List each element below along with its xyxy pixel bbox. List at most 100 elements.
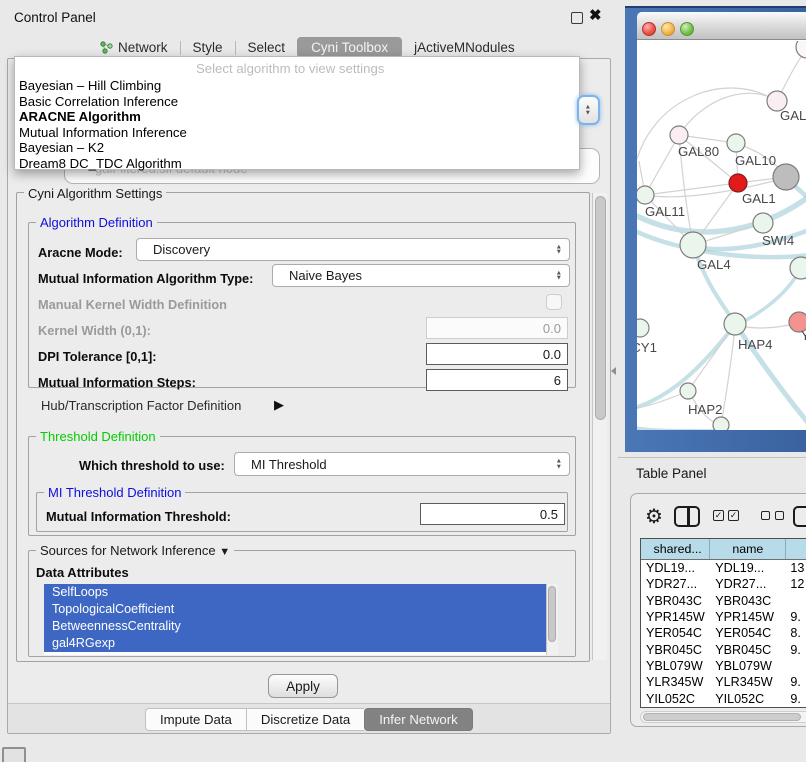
algorithm-definition-title: Algorithm Definition xyxy=(36,215,157,230)
settings-scrollbar-thumb[interactable] xyxy=(595,196,606,420)
hub-definition-label[interactable]: Hub/Transcription Factor Definition xyxy=(41,398,241,413)
network-node[interactable] xyxy=(790,257,806,279)
table-row[interactable]: YER054CYER054C8. xyxy=(641,625,806,641)
network-node[interactable] xyxy=(637,186,654,204)
aracne-mode-combobox[interactable]: Discovery ▲▼ xyxy=(136,238,570,261)
zoom-window-icon[interactable] xyxy=(680,22,694,36)
table-cell: 12 xyxy=(786,577,806,591)
table-cell: YBR043C xyxy=(710,594,786,608)
tab-style[interactable]: Style xyxy=(181,38,235,57)
tab-infer-network[interactable]: Infer Network xyxy=(364,708,472,731)
network-node[interactable] xyxy=(729,174,747,192)
dpi-tolerance-field[interactable]: 0.0 xyxy=(426,343,568,365)
splitter-collapse-icon[interactable] xyxy=(611,367,616,375)
algorithm-option[interactable]: Dream8 DC_TDC Algorithm xyxy=(15,156,579,172)
tab-network[interactable]: Network xyxy=(88,38,180,57)
network-node[interactable] xyxy=(727,134,745,152)
table-row[interactable]: YBR043CYBR043C xyxy=(641,593,806,609)
mi-threshold-field[interactable]: 0.5 xyxy=(420,503,565,525)
which-threshold-value: MI Threshold xyxy=(251,457,327,472)
network-node[interactable] xyxy=(680,232,706,258)
network-node[interactable] xyxy=(713,417,729,430)
dpi-tolerance-value: 0.0 xyxy=(543,347,561,362)
settings-scrollbar[interactable] xyxy=(592,193,607,660)
table-row[interactable]: YBL079WYBL079W xyxy=(641,658,806,674)
algorithm-option[interactable]: Mutual Information Inference xyxy=(15,125,579,141)
network-node[interactable] xyxy=(753,213,773,233)
algorithm-placeholder: Select algorithm to view settings xyxy=(196,61,384,76)
network-edge[interactable] xyxy=(645,183,738,195)
mi-steps-field[interactable]: 6 xyxy=(426,369,568,391)
algorithm-option[interactable]: Basic Correlation Inference xyxy=(15,94,579,110)
table-mode-icon[interactable] xyxy=(793,506,806,527)
tab-select[interactable]: Select xyxy=(236,38,298,57)
table-body: YDL19...YDL19...13YDR27...YDR27...12YBR0… xyxy=(641,560,806,707)
algorithm-option[interactable]: Bayesian – K2 xyxy=(15,140,579,156)
hub-expand-arrow-icon[interactable]: ▶ xyxy=(274,397,284,413)
tab-style-label: Style xyxy=(193,40,223,55)
tab-jactivemnodules[interactable]: jActiveMNodules xyxy=(402,38,527,57)
table-row[interactable]: YDR27...YDR27...12 xyxy=(641,576,806,592)
close-window-icon[interactable] xyxy=(642,22,656,36)
column-header-name[interactable]: name xyxy=(710,539,786,559)
network-node[interactable] xyxy=(724,313,746,335)
kernel-width-field[interactable]: 0.0 xyxy=(426,317,568,339)
network-node[interactable] xyxy=(670,126,688,144)
table-hscrollbar[interactable] xyxy=(640,711,806,723)
algorithm-combobox-arrow-button[interactable]: ▲▼ xyxy=(577,95,600,125)
attributes-scrollbar-thumb[interactable] xyxy=(548,586,556,642)
tab-impute-data[interactable]: Impute Data xyxy=(145,708,246,731)
tab-discretize-data[interactable]: Discretize Data xyxy=(246,708,364,731)
table-row[interactable]: YPR145WYPR145W9. xyxy=(641,609,806,625)
network-canvas[interactable]: GAL7GAL80GAL10GAL1GAL11SWI4GAL4GCY1HAP4Y… xyxy=(637,41,806,430)
data-attribute-item[interactable]: BetweennessCentrality xyxy=(44,618,546,635)
mi-threshold-label: Mutual Information Threshold: xyxy=(46,509,231,524)
network-node-label: HAP2 xyxy=(688,402,722,417)
table-row[interactable]: YBR045CYBR045C9. xyxy=(641,641,806,657)
table-settings-gear-icon[interactable]: ⚙ xyxy=(645,504,663,529)
table-cell: YLR345W xyxy=(710,675,786,689)
data-attribute-item[interactable]: gal4RGexp xyxy=(44,635,546,652)
network-node-label: GAL1 xyxy=(742,191,776,206)
table-row[interactable]: YLR345WYLR345W9. xyxy=(641,674,806,690)
table-cell: 9. xyxy=(786,675,806,689)
network-node[interactable] xyxy=(637,319,649,337)
network-node-label: GAL7 xyxy=(780,108,806,123)
control-panel: Control Panel ✖ Network Style Select Cyn… xyxy=(0,0,618,762)
threshold-definition-title: Threshold Definition xyxy=(36,429,160,444)
table-row[interactable]: YIL052CYIL052C9. xyxy=(641,690,806,706)
network-edge[interactable] xyxy=(645,135,679,195)
network-edge[interactable] xyxy=(679,93,777,135)
algorithm-option[interactable]: Bayesian – Hill Climbing xyxy=(15,78,579,94)
apply-button[interactable]: Apply xyxy=(268,674,338,698)
table-toolbar: ⚙ ✓ ✓ xyxy=(631,494,806,538)
attributes-scrollbar[interactable] xyxy=(546,584,558,655)
network-window-titlebar[interactable] xyxy=(637,12,806,40)
data-attributes-list[interactable]: SelfLoopsTopologicalCoefficientBetweenne… xyxy=(44,584,546,655)
data-attribute-item[interactable]: TopologicalCoefficient xyxy=(44,601,546,618)
table-cell: YER054C xyxy=(641,626,710,640)
deselect-all-icon[interactable] xyxy=(761,511,770,520)
table-cell: YPR145W xyxy=(641,610,710,624)
columns-icon[interactable] xyxy=(674,506,700,527)
select-all-check-icon[interactable]: ✓ xyxy=(728,510,739,521)
algorithm-option[interactable]: ARACNE Algorithm xyxy=(15,109,579,125)
float-panel-icon[interactable] xyxy=(571,12,583,24)
column-header-extra[interactable] xyxy=(786,539,806,559)
manual-kernel-width-checkbox[interactable] xyxy=(546,294,562,310)
sources-collapse-arrow-icon[interactable]: ▼ xyxy=(219,546,230,558)
table-row[interactable]: YDL19...YDL19...13 xyxy=(641,560,806,576)
network-node[interactable] xyxy=(796,41,806,58)
data-attribute-item[interactable]: SelfLoops xyxy=(44,584,546,601)
network-node[interactable] xyxy=(773,164,799,190)
minimize-window-icon[interactable] xyxy=(661,22,675,36)
select-all-check-icon[interactable]: ✓ xyxy=(713,510,724,521)
network-node[interactable] xyxy=(680,383,696,399)
mi-algorithm-type-combobox[interactable]: Naive Bayes ▲▼ xyxy=(272,264,570,287)
which-threshold-combobox[interactable]: MI Threshold ▲▼ xyxy=(234,452,570,476)
column-header-shared[interactable]: shared... xyxy=(641,539,710,559)
tab-cyni-toolbox[interactable]: Cyni Toolbox xyxy=(297,37,402,58)
deselect-all-icon[interactable] xyxy=(775,511,784,520)
close-panel-icon[interactable]: ✖ xyxy=(589,6,602,24)
table-hscrollbar-thumb[interactable] xyxy=(643,713,801,721)
